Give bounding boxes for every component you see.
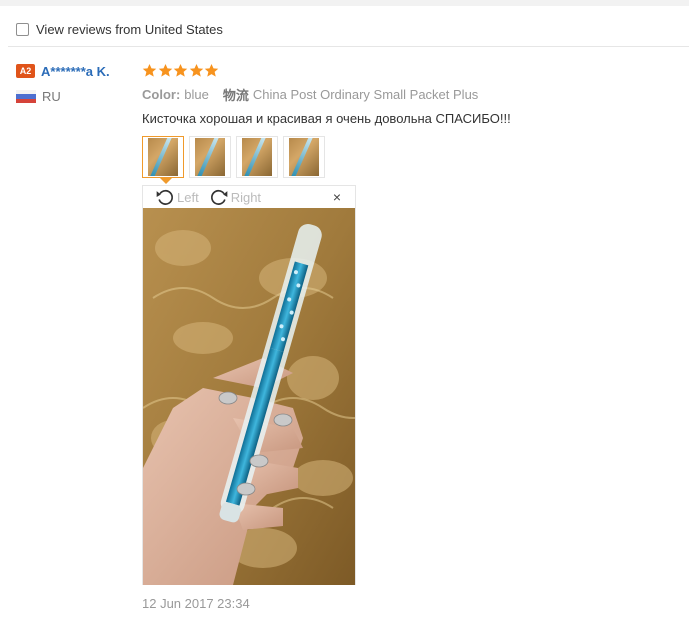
order-info: Color: blue 物流 China Post Ordinary Small… xyxy=(142,85,682,103)
color-label: Color: xyxy=(142,86,181,102)
rotate-left-icon xyxy=(156,189,173,205)
rotate-left-button[interactable]: Left xyxy=(155,187,199,207)
review-photo-image xyxy=(143,208,355,585)
review-photo-thumbnails xyxy=(142,136,330,178)
photo-thumbnail[interactable] xyxy=(283,136,325,178)
color-value: blue xyxy=(184,86,209,102)
close-viewer-button[interactable]: × xyxy=(331,190,343,204)
divider xyxy=(8,46,689,47)
reviewer-country: RU xyxy=(42,89,61,104)
reviewer-info: A2 A*******a K. RU xyxy=(16,62,136,104)
star-icon xyxy=(158,63,172,77)
review-photo xyxy=(143,208,355,585)
russia-flag-icon xyxy=(16,90,36,103)
star-icon xyxy=(189,63,204,77)
review-date: 12 Jun 2017 23:34 xyxy=(142,596,250,611)
us-reviews-label[interactable]: View reviews from United States xyxy=(36,22,223,37)
rotate-right-button[interactable]: Right xyxy=(209,187,261,207)
star-icon xyxy=(173,63,188,77)
rotate-right-label: Right xyxy=(230,189,262,205)
photo-thumbnail[interactable] xyxy=(236,136,278,178)
shipping-label: 物流 xyxy=(222,87,249,103)
photo-viewer: Left Right × xyxy=(142,185,356,585)
photo-viewer-toolbar: Left Right × xyxy=(143,186,355,208)
photo-thumbnail[interactable] xyxy=(189,136,231,178)
star-rating xyxy=(142,60,682,80)
us-reviews-checkbox[interactable] xyxy=(16,22,29,36)
rotate-left-label: Left xyxy=(177,189,199,205)
shipping-value: China Post Ordinary Small Packet Plus xyxy=(252,86,479,102)
reviewer-name[interactable]: A*******a K. xyxy=(41,64,110,79)
star-icon xyxy=(142,63,157,77)
us-reviews-filter[interactable]: View reviews from United States xyxy=(16,20,223,38)
review-text: Кисточка хорошая и красивая я очень дово… xyxy=(142,111,511,126)
rotate-right-icon xyxy=(210,189,228,205)
star-icon xyxy=(205,63,219,77)
review-body: Color: blue 物流 China Post Ordinary Small… xyxy=(142,60,682,129)
photo-thumbnail[interactable] xyxy=(142,136,184,178)
buyer-level-badge: A2 xyxy=(16,64,35,78)
active-thumbnail-pointer xyxy=(160,178,172,184)
top-separator-bar xyxy=(0,0,689,6)
